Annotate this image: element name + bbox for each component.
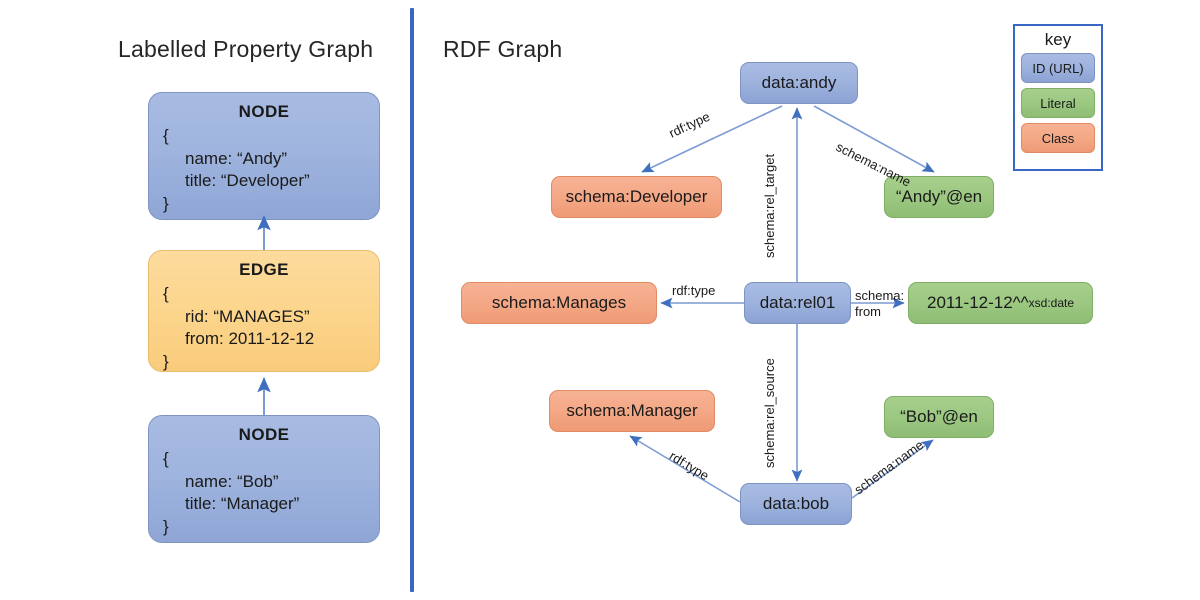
lpg-node-andy-title: NODE xyxy=(238,102,290,121)
key-item-id-url: ID (URL) xyxy=(1021,53,1095,83)
key-item-class-label: Class xyxy=(1041,130,1075,146)
rdf-node-andy-literal-label: “Andy”@en xyxy=(895,187,983,206)
rdf-node-schema-manager: schema:Manager xyxy=(549,390,715,432)
key-item-class: Class xyxy=(1021,123,1095,153)
lpg-node-andy-close-brace: } xyxy=(163,193,169,213)
lpg-edge-prop-from: from: 2011-12-12 xyxy=(185,329,315,349)
edge-label-rel-from: schema: from xyxy=(855,288,904,319)
lpg-node-bob: NODE { name: “Bob” title: “Manager” } xyxy=(148,415,380,543)
rdf-node-date-literal: 2011-12-12^^ xsd:date xyxy=(908,282,1093,324)
edge-label-andy-rdftype: rdf:type xyxy=(666,108,713,141)
edge-label-andy-name: schema:name xyxy=(833,139,914,190)
rdf-node-schema-manages-label: schema:Manages xyxy=(491,293,627,312)
edge-label-rel-rdftype: rdf:type xyxy=(672,283,716,298)
key-title: key xyxy=(1044,30,1072,49)
lpg-node-andy: NODE { name: “Andy” title: “Developer” } xyxy=(148,92,380,220)
edge-label-bob-name: schema:name xyxy=(851,437,927,498)
rdf-node-data-andy: data:andy xyxy=(740,62,858,104)
lpg-node-andy-prop-name: name: “Andy” xyxy=(185,148,288,168)
edge-label-rel-source: schema:rel_source xyxy=(762,358,777,468)
lpg-node-andy-prop-title: title: “Developer” xyxy=(185,171,310,191)
rdf-node-schema-manages: schema:Manages xyxy=(461,282,657,324)
rdf-node-date-literal-datatype: xsd:date xyxy=(1028,296,1075,310)
key-item-id-url-label: ID (URL) xyxy=(1032,60,1084,76)
rdf-node-schema-manager-label: schema:Manager xyxy=(566,401,698,420)
edge-label-rel-from-line2: from xyxy=(855,303,881,319)
lpg-node-bob-open-brace: { xyxy=(163,449,169,469)
edge-label-bob-rdftype: rdf:type xyxy=(666,448,712,484)
left-panel-title: Labelled Property Graph xyxy=(118,36,374,62)
lpg-node-bob-prop-name: name: “Bob” xyxy=(185,471,279,491)
lpg-node-bob-close-brace: } xyxy=(163,516,169,536)
lpg-edge-open-brace: { xyxy=(163,284,169,304)
lpg-node-bob-title: NODE xyxy=(238,425,290,444)
edge-label-rel-target: schema:rel_target xyxy=(762,153,777,258)
lpg-node-andy-open-brace: { xyxy=(163,126,169,146)
key-legend: key ID (URL) Literal Class xyxy=(1013,24,1103,171)
rdf-node-data-rel01: data:rel01 xyxy=(744,282,851,324)
rdf-node-schema-developer: schema:Developer xyxy=(551,176,722,218)
rdf-node-data-andy-label: data:andy xyxy=(761,73,837,92)
rdf-node-data-bob-label: data:bob xyxy=(762,494,830,513)
key-item-literal: Literal xyxy=(1021,88,1095,118)
edge-label-rel-from-line1: schema: xyxy=(855,288,905,303)
lpg-edge-manages: EDGE { rid: “MANAGES” from: 2011-12-12 } xyxy=(148,250,380,372)
lpg-node-bob-prop-title: title: “Manager” xyxy=(185,494,300,514)
rdf-node-data-bob: data:bob xyxy=(740,483,852,525)
rdf-node-schema-developer-label: schema:Developer xyxy=(565,187,708,206)
lpg-edge-close-brace: } xyxy=(163,351,169,371)
rdf-node-data-rel01-label: data:rel01 xyxy=(759,293,836,312)
lpg-edge-prop-rid: rid: “MANAGES” xyxy=(185,306,310,326)
panel-divider xyxy=(410,8,414,592)
key-item-literal-label: Literal xyxy=(1040,95,1076,111)
rdf-node-bob-literal: “Bob”@en xyxy=(884,396,994,438)
lpg-edge-title: EDGE xyxy=(239,260,289,279)
right-panel-title: RDF Graph xyxy=(443,36,563,62)
rdf-node-bob-literal-label: “Bob”@en xyxy=(900,407,978,426)
rdf-node-date-literal-label: 2011-12-12^^ xyxy=(926,293,1029,312)
